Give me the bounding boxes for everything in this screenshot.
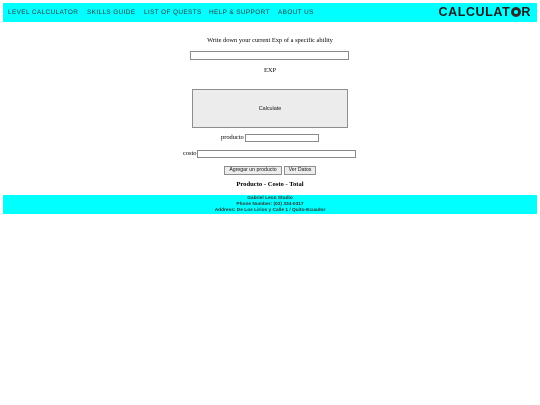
nav-list-of-quests[interactable]: LIST OF QUESTS [144, 3, 202, 22]
calculate-button[interactable]: Calculate [192, 89, 348, 128]
exp-label: EXP [263, 67, 277, 74]
producto-input[interactable] [245, 134, 319, 142]
top-navigation-bar: LEVEL CALCULATOR SKILLS GUIDE LIST OF QU… [3, 3, 537, 22]
products-table-header: Producto - Costo - Total [236, 181, 304, 188]
view-data-button[interactable]: Ver Datos [284, 166, 316, 175]
wheel-icon [510, 7, 521, 17]
nav-help-support[interactable]: HELP & SUPPORT [209, 3, 270, 22]
site-logo[interactable]: CALCULAT R [438, 3, 531, 22]
nav-skills-guide[interactable]: SKILLS GUIDE [87, 3, 136, 22]
nav-about-us[interactable]: ABOUT US [278, 3, 314, 22]
nav-level-calculator[interactable]: LEVEL CALCULATOR [8, 3, 78, 22]
costo-label: costo [183, 150, 197, 157]
footer: Gabriel Leon Studio Phone Number: (02) 3… [3, 195, 537, 214]
producto-label: producto [221, 134, 244, 141]
add-product-button[interactable]: Agregar un producto [224, 166, 282, 175]
costo-input[interactable] [197, 150, 356, 158]
logo-text-end: R [521, 5, 531, 19]
footer-address: Address: De Los Lirios y Calle 1 / Quito… [214, 208, 326, 214]
exp-instruction: Write down your current Exp of a specifi… [207, 37, 333, 44]
exp-input[interactable] [190, 51, 349, 60]
logo-text-start: CALCULAT [438, 5, 511, 19]
